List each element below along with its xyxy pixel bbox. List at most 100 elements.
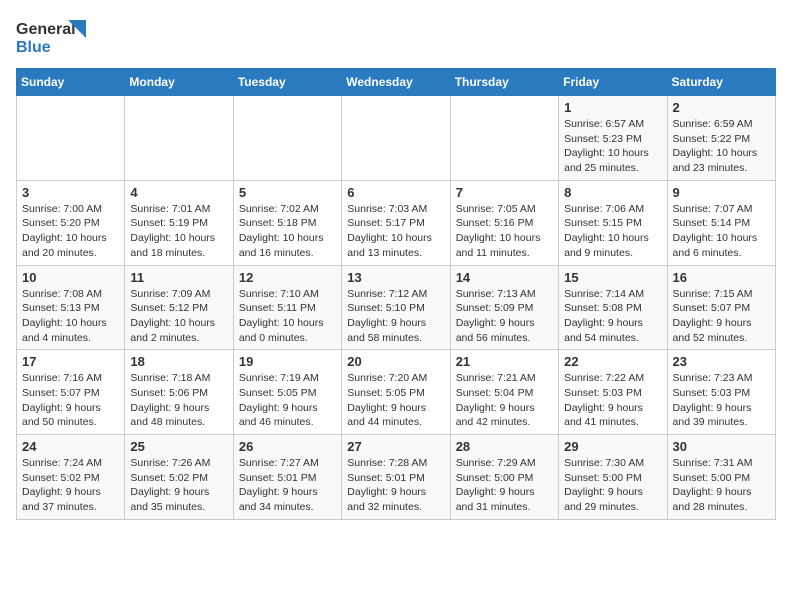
day-number: 25 xyxy=(130,439,227,454)
day-number: 14 xyxy=(456,270,553,285)
weekday-header-monday: Monday xyxy=(125,69,233,96)
day-number: 24 xyxy=(22,439,119,454)
calendar-cell: 25 Sunrise: 7:26 AM Sunset: 5:02 PM Dayli… xyxy=(125,435,233,520)
calendar-cell: 30 Sunrise: 7:31 AM Sunset: 5:00 PM Dayli… xyxy=(667,435,775,520)
day-info: Sunrise: 7:21 AM Sunset: 5:04 PM Dayligh… xyxy=(456,371,553,430)
weekday-header-tuesday: Tuesday xyxy=(233,69,341,96)
day-number: 23 xyxy=(673,354,770,369)
calendar-cell: 17 Sunrise: 7:16 AM Sunset: 5:07 PM Dayli… xyxy=(17,350,125,435)
page-header: GeneralBlue xyxy=(16,16,776,56)
day-info: Sunrise: 7:14 AM Sunset: 5:08 PM Dayligh… xyxy=(564,287,661,346)
day-number: 3 xyxy=(22,185,119,200)
day-info: Sunrise: 7:24 AM Sunset: 5:02 PM Dayligh… xyxy=(22,456,119,515)
day-number: 16 xyxy=(673,270,770,285)
calendar-cell: 28 Sunrise: 7:29 AM Sunset: 5:00 PM Dayli… xyxy=(450,435,558,520)
day-info: Sunrise: 7:02 AM Sunset: 5:18 PM Dayligh… xyxy=(239,202,336,261)
calendar-cell: 14 Sunrise: 7:13 AM Sunset: 5:09 PM Dayli… xyxy=(450,265,558,350)
day-info: Sunrise: 7:20 AM Sunset: 5:05 PM Dayligh… xyxy=(347,371,444,430)
day-info: Sunrise: 7:10 AM Sunset: 5:11 PM Dayligh… xyxy=(239,287,336,346)
day-number: 2 xyxy=(673,100,770,115)
calendar-table: SundayMondayTuesdayWednesdayThursdayFrid… xyxy=(16,68,776,520)
weekday-header-saturday: Saturday xyxy=(667,69,775,96)
calendar-cell: 19 Sunrise: 7:19 AM Sunset: 5:05 PM Dayli… xyxy=(233,350,341,435)
day-number: 20 xyxy=(347,354,444,369)
calendar-cell: 23 Sunrise: 7:23 AM Sunset: 5:03 PM Dayli… xyxy=(667,350,775,435)
day-number: 8 xyxy=(564,185,661,200)
day-info: Sunrise: 7:31 AM Sunset: 5:00 PM Dayligh… xyxy=(673,456,770,515)
day-number: 1 xyxy=(564,100,661,115)
day-info: Sunrise: 7:22 AM Sunset: 5:03 PM Dayligh… xyxy=(564,371,661,430)
day-number: 21 xyxy=(456,354,553,369)
day-number: 15 xyxy=(564,270,661,285)
calendar-cell: 26 Sunrise: 7:27 AM Sunset: 5:01 PM Dayli… xyxy=(233,435,341,520)
day-info: Sunrise: 6:57 AM Sunset: 5:23 PM Dayligh… xyxy=(564,117,661,176)
day-number: 7 xyxy=(456,185,553,200)
calendar-week-2: 3 Sunrise: 7:00 AM Sunset: 5:20 PM Daylig… xyxy=(17,180,776,265)
day-info: Sunrise: 7:18 AM Sunset: 5:06 PM Dayligh… xyxy=(130,371,227,430)
calendar-week-5: 24 Sunrise: 7:24 AM Sunset: 5:02 PM Dayli… xyxy=(17,435,776,520)
calendar-cell: 16Sunrise: 7:15 AM Sunset: 5:07 PM Dayli… xyxy=(667,265,775,350)
day-info: Sunrise: 7:08 AM Sunset: 5:13 PM Dayligh… xyxy=(22,287,119,346)
calendar-cell: 8Sunrise: 7:06 AM Sunset: 5:15 PM Daylig… xyxy=(559,180,667,265)
day-info: Sunrise: 7:03 AM Sunset: 5:17 PM Dayligh… xyxy=(347,202,444,261)
calendar-cell xyxy=(125,96,233,181)
calendar-week-4: 17 Sunrise: 7:16 AM Sunset: 5:07 PM Dayli… xyxy=(17,350,776,435)
calendar-cell: 15 Sunrise: 7:14 AM Sunset: 5:08 PM Dayli… xyxy=(559,265,667,350)
calendar-cell: 5 Sunrise: 7:02 AM Sunset: 5:18 PM Daylig… xyxy=(233,180,341,265)
weekday-header-friday: Friday xyxy=(559,69,667,96)
day-number: 12 xyxy=(239,270,336,285)
day-info: Sunrise: 7:19 AM Sunset: 5:05 PM Dayligh… xyxy=(239,371,336,430)
day-number: 26 xyxy=(239,439,336,454)
day-number: 17 xyxy=(22,354,119,369)
calendar-cell: 7 Sunrise: 7:05 AM Sunset: 5:16 PM Daylig… xyxy=(450,180,558,265)
calendar-cell: 4Sunrise: 7:01 AM Sunset: 5:19 PM Daylig… xyxy=(125,180,233,265)
day-info: Sunrise: 7:13 AM Sunset: 5:09 PM Dayligh… xyxy=(456,287,553,346)
day-info: Sunrise: 7:26 AM Sunset: 5:02 PM Dayligh… xyxy=(130,456,227,515)
calendar-cell: 21 Sunrise: 7:21 AM Sunset: 5:04 PM Dayli… xyxy=(450,350,558,435)
day-info: Sunrise: 7:30 AM Sunset: 5:00 PM Dayligh… xyxy=(564,456,661,515)
day-number: 18 xyxy=(130,354,227,369)
day-number: 27 xyxy=(347,439,444,454)
day-number: 10 xyxy=(22,270,119,285)
calendar-cell xyxy=(233,96,341,181)
day-number: 4 xyxy=(130,185,227,200)
logo: GeneralBlue xyxy=(16,16,96,56)
weekday-header-wednesday: Wednesday xyxy=(342,69,450,96)
calendar-week-1: 1 Sunrise: 6:57 AM Sunset: 5:23 PM Daylig… xyxy=(17,96,776,181)
svg-text:General: General xyxy=(16,21,76,38)
day-number: 29 xyxy=(564,439,661,454)
day-info: Sunrise: 7:28 AM Sunset: 5:01 PM Dayligh… xyxy=(347,456,444,515)
day-info: Sunrise: 7:07 AM Sunset: 5:14 PM Dayligh… xyxy=(673,202,770,261)
calendar-cell: 27 Sunrise: 7:28 AM Sunset: 5:01 PM Dayli… xyxy=(342,435,450,520)
calendar-cell: 2 Sunrise: 6:59 AM Sunset: 5:22 PM Daylig… xyxy=(667,96,775,181)
day-info: Sunrise: 7:12 AM Sunset: 5:10 PM Dayligh… xyxy=(347,287,444,346)
day-number: 6 xyxy=(347,185,444,200)
day-number: 13 xyxy=(347,270,444,285)
day-info: Sunrise: 7:29 AM Sunset: 5:00 PM Dayligh… xyxy=(456,456,553,515)
calendar-cell: 6 Sunrise: 7:03 AM Sunset: 5:17 PM Daylig… xyxy=(342,180,450,265)
svg-text:Blue: Blue xyxy=(16,39,51,56)
calendar-header-row: SundayMondayTuesdayWednesdayThursdayFrid… xyxy=(17,69,776,96)
day-info: Sunrise: 7:27 AM Sunset: 5:01 PM Dayligh… xyxy=(239,456,336,515)
calendar-cell: 12 Sunrise: 7:10 AM Sunset: 5:11 PM Dayli… xyxy=(233,265,341,350)
calendar-cell xyxy=(342,96,450,181)
calendar-cell: 29 Sunrise: 7:30 AM Sunset: 5:00 PM Dayli… xyxy=(559,435,667,520)
day-number: 19 xyxy=(239,354,336,369)
day-number: 9 xyxy=(673,185,770,200)
day-info: Sunrise: 7:23 AM Sunset: 5:03 PM Dayligh… xyxy=(673,371,770,430)
calendar-week-3: 10 Sunrise: 7:08 AM Sunset: 5:13 PM Dayli… xyxy=(17,265,776,350)
calendar-cell: 22 Sunrise: 7:22 AM Sunset: 5:03 PM Dayli… xyxy=(559,350,667,435)
day-number: 22 xyxy=(564,354,661,369)
calendar-cell: 3 Sunrise: 7:00 AM Sunset: 5:20 PM Daylig… xyxy=(17,180,125,265)
weekday-header-sunday: Sunday xyxy=(17,69,125,96)
calendar-cell: 10 Sunrise: 7:08 AM Sunset: 5:13 PM Dayli… xyxy=(17,265,125,350)
calendar-cell xyxy=(450,96,558,181)
day-number: 5 xyxy=(239,185,336,200)
calendar-cell: 13 Sunrise: 7:12 AM Sunset: 5:10 PM Dayli… xyxy=(342,265,450,350)
day-number: 28 xyxy=(456,439,553,454)
day-info: Sunrise: 7:05 AM Sunset: 5:16 PM Dayligh… xyxy=(456,202,553,261)
day-number: 30 xyxy=(673,439,770,454)
day-info: Sunrise: 7:00 AM Sunset: 5:20 PM Dayligh… xyxy=(22,202,119,261)
day-info: Sunrise: 7:16 AM Sunset: 5:07 PM Dayligh… xyxy=(22,371,119,430)
day-info: Sunrise: 6:59 AM Sunset: 5:22 PM Dayligh… xyxy=(673,117,770,176)
